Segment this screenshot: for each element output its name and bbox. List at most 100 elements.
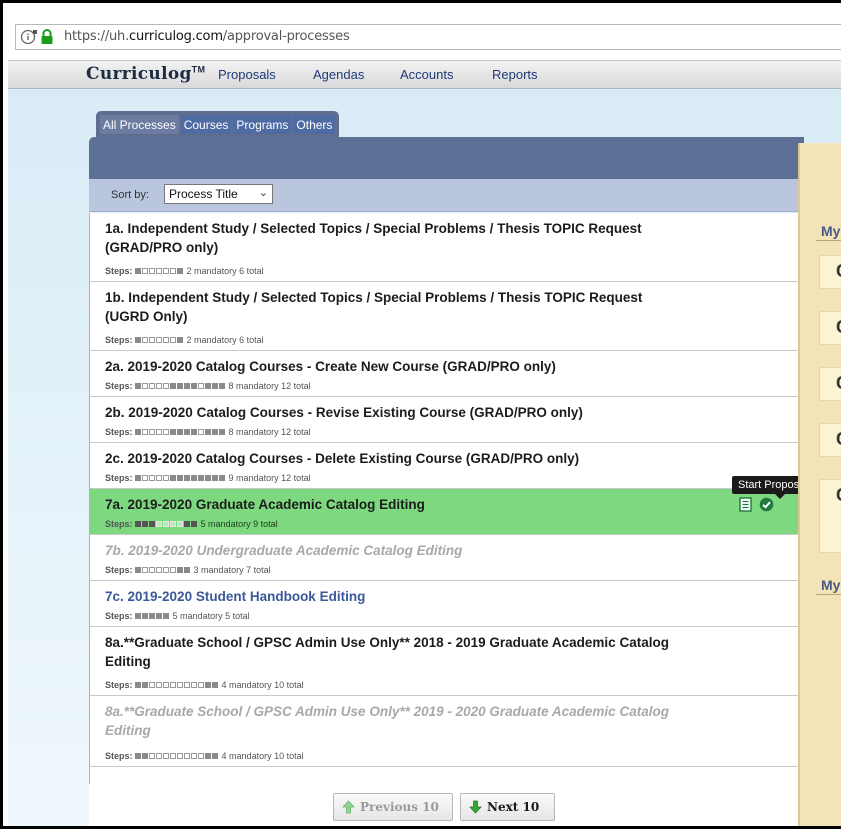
steps-label: Steps: bbox=[105, 680, 133, 690]
optional-step-marker bbox=[170, 682, 177, 688]
nav-agendas[interactable]: Agendas bbox=[313, 67, 364, 82]
steps-count: 8 mandatory 12 total bbox=[228, 381, 311, 391]
address-bar[interactable]: https://uh.curriculog.com/approval-proce… bbox=[15, 24, 841, 50]
right-side-panel: My C C C C C My bbox=[798, 143, 841, 826]
optional-step-marker bbox=[163, 475, 170, 481]
optional-step-marker bbox=[156, 753, 163, 759]
steps-label: Steps: bbox=[105, 427, 133, 437]
process-row[interactable]: 7a. 2019-2020 Graduate Academic Catalog … bbox=[90, 489, 798, 535]
browser-frame: https://uh.curriculog.com/approval-proce… bbox=[0, 0, 841, 829]
process-title[interactable]: 2b. 2019-2020 Catalog Courses - Revise E… bbox=[105, 403, 685, 422]
browser-toolbar: https://uh.curriculog.com/approval-proce… bbox=[8, 12, 841, 60]
steps-label: Steps: bbox=[105, 751, 133, 761]
right-panel-button[interactable]: C bbox=[819, 311, 841, 345]
previous-page-button[interactable]: Previous 10 bbox=[333, 793, 453, 821]
process-title[interactable]: 1b. Independent Study / Selected Topics … bbox=[105, 288, 685, 326]
process-row[interactable]: 2b. 2019-2020 Catalog Courses - Revise E… bbox=[90, 397, 798, 443]
process-title[interactable]: 2c. 2019-2020 Catalog Courses - Delete E… bbox=[105, 449, 685, 468]
process-row[interactable]: 7c. 2019-2020 Student Handbook Editing St… bbox=[90, 581, 798, 627]
mandatory-step-marker bbox=[212, 753, 219, 759]
optional-step-marker bbox=[149, 268, 156, 274]
row-actions bbox=[738, 497, 774, 512]
steps-count: 2 mandatory 6 total bbox=[186, 335, 264, 345]
optional-step-marker bbox=[198, 383, 205, 389]
steps-label: Steps: bbox=[105, 335, 133, 345]
process-title[interactable]: 7b. 2019-2020 Undergraduate Academic Cat… bbox=[105, 541, 685, 560]
process-list: 1a. Independent Study / Selected Topics … bbox=[89, 213, 798, 826]
process-row[interactable]: 1a. Independent Study / Selected Topics … bbox=[90, 213, 798, 282]
check-circle-icon[interactable] bbox=[759, 497, 774, 512]
process-title[interactable]: 8a.**Graduate School / GPSC Admin Use On… bbox=[105, 702, 685, 740]
process-title[interactable]: 7a. 2019-2020 Graduate Academic Catalog … bbox=[105, 495, 685, 514]
process-row[interactable]: 2c. 2019-2020 Catalog Courses - Delete E… bbox=[90, 443, 798, 489]
process-steps: Steps: 5 mandatory 9 total bbox=[105, 519, 278, 529]
mandatory-step-marker bbox=[184, 521, 191, 527]
optional-step-marker bbox=[170, 268, 177, 274]
tab-programs[interactable]: Programs bbox=[233, 115, 292, 134]
optional-step-marker bbox=[149, 753, 156, 759]
document-icon[interactable] bbox=[738, 497, 753, 512]
optional-step-marker bbox=[184, 753, 191, 759]
mandatory-step-marker bbox=[205, 429, 212, 435]
optional-step-marker bbox=[156, 429, 163, 435]
optional-step-marker bbox=[170, 521, 177, 527]
tab-others[interactable]: Others bbox=[293, 115, 336, 134]
tab-courses[interactable]: Courses bbox=[180, 115, 232, 134]
process-steps: Steps: 5 mandatory 5 total bbox=[105, 611, 250, 621]
process-row[interactable]: 7b. 2019-2020 Undergraduate Academic Cat… bbox=[90, 535, 798, 581]
right-panel-button[interactable]: C bbox=[819, 423, 841, 457]
process-steps: Steps: 9 mandatory 12 total bbox=[105, 473, 311, 483]
process-title[interactable]: 7c. 2019-2020 Student Handbook Editing bbox=[105, 587, 685, 606]
tab-all-processes[interactable]: All Processes bbox=[100, 115, 179, 134]
mandatory-step-marker bbox=[219, 429, 226, 435]
brand-logo[interactable]: CurriculogTM bbox=[86, 64, 205, 84]
process-title[interactable]: 8a.**Graduate School / GPSC Admin Use On… bbox=[105, 633, 685, 671]
process-title[interactable]: 2a. 2019-2020 Catalog Courses - Create N… bbox=[105, 357, 685, 376]
process-row[interactable]: 2a. 2019-2020 Catalog Courses - Create N… bbox=[90, 351, 798, 397]
optional-step-marker bbox=[163, 753, 170, 759]
sort-select[interactable]: Process Title ⌄ bbox=[164, 184, 273, 204]
mandatory-step-marker bbox=[142, 682, 149, 688]
right-panel-button[interactable]: C bbox=[819, 479, 841, 553]
process-row[interactable]: 1b. Independent Study / Selected Topics … bbox=[90, 282, 798, 351]
optional-step-marker bbox=[149, 337, 156, 343]
next-page-button[interactable]: Next 10 bbox=[460, 793, 555, 821]
process-row[interactable]: 8a.**Graduate School / GPSC Admin Use On… bbox=[90, 627, 798, 696]
mandatory-step-marker bbox=[219, 475, 226, 481]
panel-header bbox=[89, 137, 804, 179]
mandatory-step-marker bbox=[205, 383, 212, 389]
nav-proposals[interactable]: Proposals bbox=[218, 67, 276, 82]
mandatory-step-marker bbox=[212, 383, 219, 389]
mandatory-step-marker bbox=[184, 567, 191, 573]
right-panel-button[interactable]: C bbox=[819, 367, 841, 401]
mandatory-step-marker bbox=[198, 475, 205, 481]
nav-accounts[interactable]: Accounts bbox=[400, 67, 453, 82]
mandatory-step-marker bbox=[191, 383, 198, 389]
info-icon[interactable] bbox=[20, 28, 38, 46]
process-title[interactable]: 1a. Independent Study / Selected Topics … bbox=[105, 219, 685, 257]
url-text[interactable]: https://uh.curriculog.com/approval-proce… bbox=[64, 29, 350, 44]
optional-step-marker bbox=[177, 682, 184, 688]
optional-step-marker bbox=[142, 429, 149, 435]
mandatory-step-marker bbox=[135, 613, 142, 619]
mandatory-step-marker bbox=[170, 475, 177, 481]
arrow-down-icon bbox=[469, 800, 482, 814]
steps-label: Steps: bbox=[105, 266, 133, 276]
optional-step-marker bbox=[191, 682, 198, 688]
mandatory-step-marker bbox=[135, 337, 142, 343]
steps-label: Steps: bbox=[105, 565, 133, 575]
right-panel-divider bbox=[816, 240, 841, 241]
mandatory-step-marker bbox=[205, 753, 212, 759]
nav-reports[interactable]: Reports bbox=[492, 67, 538, 82]
process-row[interactable]: 8a.**Graduate School / GPSC Admin Use On… bbox=[90, 696, 798, 767]
optional-step-marker bbox=[198, 682, 205, 688]
steps-count: 5 mandatory 9 total bbox=[200, 519, 278, 529]
mandatory-step-marker bbox=[205, 682, 212, 688]
mandatory-step-marker bbox=[149, 521, 156, 527]
optional-step-marker bbox=[170, 753, 177, 759]
right-panel-button[interactable]: C bbox=[819, 255, 841, 289]
mandatory-step-marker bbox=[149, 613, 156, 619]
lock-icon bbox=[41, 29, 53, 44]
right-panel-divider bbox=[816, 594, 841, 595]
optional-step-marker bbox=[156, 337, 163, 343]
